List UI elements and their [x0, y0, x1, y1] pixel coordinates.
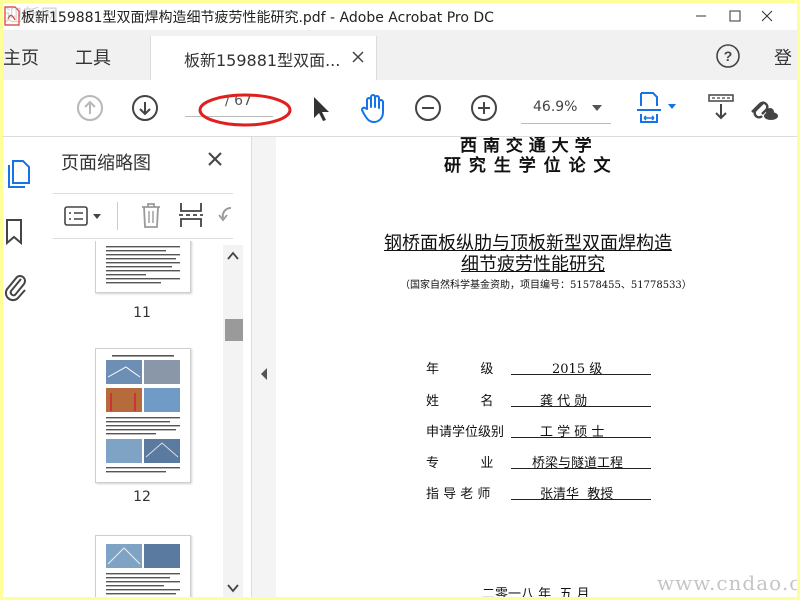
- select-cursor-icon[interactable]: [310, 94, 332, 124]
- next-page-icon[interactable]: [131, 94, 159, 122]
- help-icon[interactable]: ?: [715, 43, 741, 69]
- minimize-icon[interactable]: [686, 3, 716, 29]
- page-thumbnail-12[interactable]: [95, 348, 191, 483]
- thumbnail-scrollbar[interactable]: [223, 245, 243, 597]
- thumbnails-panel: 页面缩略图 11 12: [43, 137, 251, 597]
- field-underline: [511, 374, 651, 375]
- field-underline: [511, 468, 651, 469]
- title-bar: 迎新网 板新159881型双面焊构造细节疲劳性能研究.pdf - Adobe A…: [3, 3, 797, 30]
- scroll-up-icon[interactable]: [227, 251, 239, 261]
- toolbar: / 67 46.9%: [3, 80, 797, 137]
- zoom-out-icon[interactable]: [414, 94, 442, 122]
- panel-title: 页面缩略图: [61, 153, 151, 174]
- field-underline: [511, 437, 651, 438]
- page-thumbnails-icon[interactable]: [5, 157, 31, 189]
- zoom-field-underline: [521, 123, 611, 124]
- page-11-preview: [106, 246, 180, 284]
- page-thumbnail-13[interactable]: [95, 535, 191, 597]
- tab-home[interactable]: 主页: [3, 44, 39, 70]
- toolbar-divider: [117, 202, 118, 230]
- red-annotation-ellipse: [198, 93, 292, 127]
- scrollbar-thumb[interactable]: [225, 319, 243, 341]
- scroll-down-icon[interactable]: [227, 583, 239, 593]
- extract-pages-icon[interactable]: [177, 200, 205, 230]
- acrobat-window: 迎新网 板新159881型双面焊构造细节疲劳性能研究.pdf - Adobe A…: [3, 3, 797, 597]
- thesis-type: 研 究 生 学 位 论 文: [444, 156, 612, 176]
- close-window-icon[interactable]: [752, 3, 782, 29]
- watermark-url: www.cndao.com: [657, 571, 797, 595]
- hand-tool-icon[interactable]: [358, 92, 390, 124]
- thesis-title-line2: 细节疲劳性能研究: [461, 254, 605, 275]
- thumbnail-number-12: 12: [133, 489, 151, 505]
- share-link-icon[interactable]: [746, 92, 780, 124]
- zoom-in-icon[interactable]: [470, 94, 498, 122]
- navigation-rail: [3, 137, 44, 597]
- thesis-date: 二零一八 年 五 月: [482, 587, 590, 597]
- field-label-advisor: 指 导 老 师: [426, 487, 491, 502]
- thumbnail-list: 11 12: [51, 241, 223, 597]
- zoom-level[interactable]: 46.9%: [533, 99, 577, 115]
- maximize-icon[interactable]: [720, 3, 750, 29]
- close-tab-icon[interactable]: [351, 50, 365, 64]
- window-title: 板新159881型双面焊构造细节疲劳性能研究.pdf - Adobe Acrob…: [21, 10, 494, 26]
- field-underline: [511, 499, 651, 500]
- field-label-degree: 申请学位级别: [426, 425, 505, 440]
- field-label-name: 姓 名: [426, 394, 494, 409]
- funding-note: （国家自然科学基金资助，项目编号：51578455、51778533）: [400, 280, 692, 291]
- attachments-icon[interactable]: [3, 271, 29, 303]
- field-label-grade: 年 级: [426, 362, 494, 377]
- page-12-preview: [106, 355, 180, 473]
- field-underline: [511, 406, 651, 407]
- tab-document[interactable]: 板新159881型双面...: [150, 36, 377, 81]
- document-tab-label: 板新159881型双面...: [184, 51, 341, 70]
- sign-in-button[interactable]: 登: [774, 44, 792, 70]
- svg-text:?: ?: [724, 48, 733, 64]
- tab-tools[interactable]: 工具: [75, 44, 111, 70]
- rotate-page-icon[interactable]: [217, 202, 233, 228]
- collapse-panel-icon[interactable]: [260, 367, 268, 381]
- field-label-major: 专 业: [426, 456, 494, 471]
- fit-page-icon[interactable]: [635, 90, 683, 126]
- previous-page-icon[interactable]: [76, 94, 104, 122]
- close-panel-icon[interactable]: [207, 151, 223, 167]
- thumbnail-toolbar: [53, 193, 233, 239]
- page-13-preview: [106, 544, 180, 595]
- options-menu-icon[interactable]: [63, 204, 107, 228]
- panel-splitter[interactable]: [251, 137, 277, 597]
- scroll-mode-icon[interactable]: [707, 92, 735, 124]
- bookmarks-icon[interactable]: [3, 217, 27, 247]
- tab-bar: 主页 工具 板新159881型双面... ? 登: [3, 30, 797, 81]
- document-page: 西 南 交 通 大 学 研 究 生 学 位 论 文 钢桥面板纵肋与顶板新型双面焊…: [276, 137, 797, 597]
- zoom-dropdown-icon[interactable]: [592, 105, 602, 111]
- page-thumbnail-11[interactable]: [95, 241, 191, 293]
- thumbnail-number-11: 11: [133, 305, 151, 321]
- delete-page-icon[interactable]: [139, 200, 163, 230]
